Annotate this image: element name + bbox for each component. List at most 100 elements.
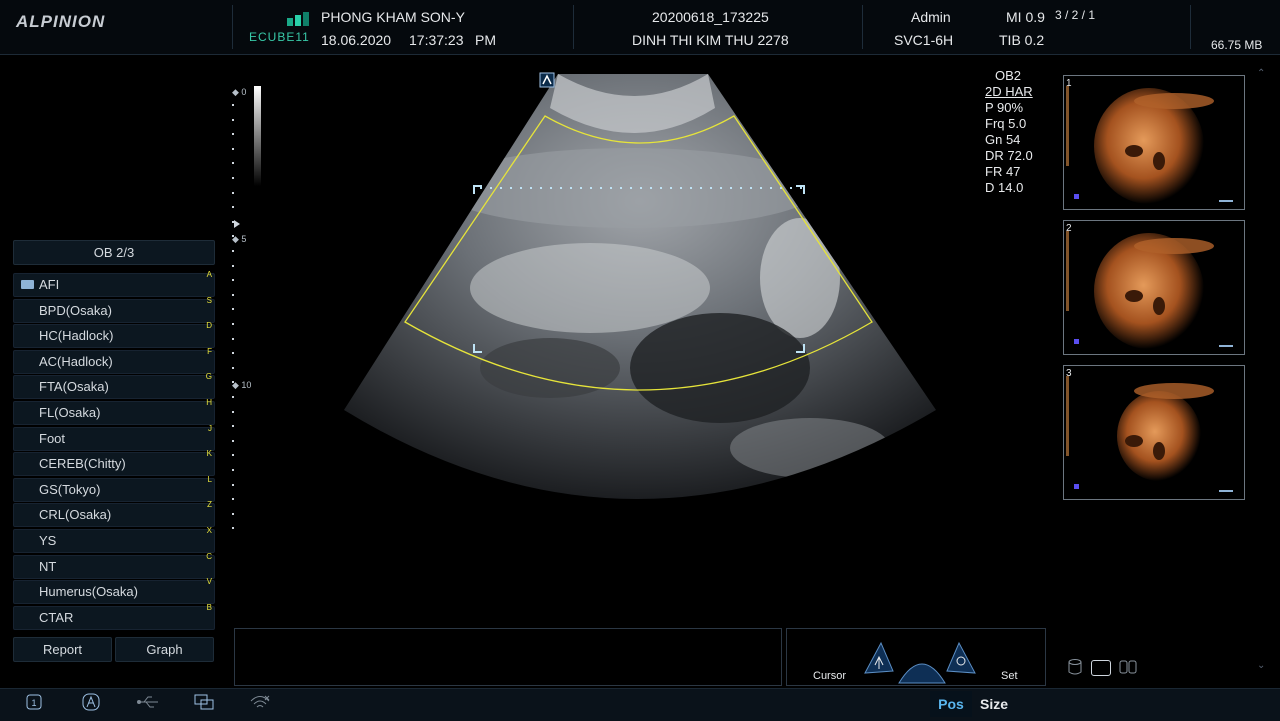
depth-tick [232, 469, 234, 471]
ecube-cubes-icon [287, 12, 309, 26]
storage-free: 66.75 MB [1211, 38, 1263, 52]
graph-button[interactable]: Graph [115, 637, 214, 662]
thumbnail-number: 3 [1066, 368, 1072, 379]
depth-label-0: 0 [241, 87, 247, 97]
measurement-item[interactable]: BPD(Osaka) S [13, 295, 215, 323]
measurement-shortcut-key: J [208, 423, 212, 433]
render-thumbnail[interactable]: 3 [1063, 365, 1245, 500]
depth-tick [232, 439, 234, 442]
frequency-value: Frq 5.0 [985, 116, 1027, 131]
set-target-icon[interactable] [946, 641, 976, 674]
measurement-item[interactable]: HC(Hadlock) D [13, 321, 215, 349]
header-divider [1190, 5, 1191, 49]
depth-tick [232, 512, 234, 515]
render-thumbnail[interactable]: 1 [1063, 75, 1245, 210]
depth-label-10: 10 [241, 380, 252, 390]
header-bar: ALPINION ECUBE11 PHONG KHAM SON-Y 18.06.… [0, 0, 1280, 55]
depth-tick [232, 133, 234, 136]
tib-value: TIB 0.2 [999, 32, 1045, 48]
measurement-item[interactable]: AFI A [13, 270, 215, 297]
header-divider [573, 5, 574, 49]
depth-value: D 14.0 [985, 180, 1024, 195]
user-name: Admin [911, 9, 951, 25]
measurement-item[interactable]: CRL(Osaka) Z [13, 500, 215, 528]
split-icon[interactable] [1119, 660, 1137, 674]
depth-tick [232, 206, 234, 209]
depth-tick [232, 498, 234, 501]
depth-tick [232, 293, 234, 296]
depth-marker-5: ◆ 5 [232, 234, 247, 244]
database-icon[interactable] [1068, 659, 1082, 675]
ultrasound-image[interactable] [330, 68, 950, 508]
exam-ampm: PM [475, 32, 496, 48]
probe-name: SVC1-6H [894, 32, 954, 48]
preset-name: OB2 [995, 68, 1022, 83]
depth-tick [232, 337, 234, 340]
usb-icon[interactable] [136, 693, 162, 713]
trackball-graphic [864, 641, 976, 684]
measurement-shortcut-key: K [206, 449, 212, 459]
pos-button[interactable]: Pos [930, 691, 972, 717]
measurement-item[interactable]: FL(Osaka) H [13, 398, 215, 425]
exam-date: 18.06.2020 [321, 32, 392, 48]
measurement-package-title[interactable]: OB 2/3 [13, 240, 215, 265]
depth-tick [232, 366, 234, 369]
measurement-label: FTA(Osaka) [39, 379, 109, 395]
depth-tick [232, 410, 234, 413]
measurement-item[interactable]: CEREB(Chitty) K [13, 449, 215, 477]
gain-value: Gn 54 [985, 132, 1021, 147]
depth-tick [232, 483, 234, 486]
measurement-item[interactable]: CTAR B [13, 602, 215, 630]
power-value: P 90% [985, 100, 1024, 115]
depth-tick [232, 527, 234, 530]
measurement-shortcut-key: C [206, 551, 212, 561]
wifi-icon[interactable] [249, 693, 271, 713]
annotation-area[interactable] [234, 628, 782, 686]
measurement-item[interactable]: Humerus(Osaka) V [13, 577, 215, 605]
measurement-shortcut-key: B [206, 602, 212, 612]
depth-tick [232, 279, 234, 282]
header-divider [862, 5, 863, 49]
grayscale-bar [254, 86, 261, 186]
patient-name: DINH THI KIM THU 2278 [632, 32, 789, 48]
depth-tick [232, 177, 234, 179]
measurement-item[interactable]: Foot J [13, 423, 215, 451]
measurement-label: Foot [39, 430, 66, 446]
measurement-label: AC(Hadlock) [39, 353, 113, 369]
depth-tick [232, 396, 234, 398]
size-button[interactable]: Size [976, 691, 1012, 717]
measurement-shortcut-key: V [206, 577, 212, 587]
depth-tick [232, 454, 234, 457]
depth-tick [232, 308, 234, 311]
thumbnail-number: 1 [1066, 78, 1072, 89]
measurement-shortcut-key: S [206, 295, 212, 305]
render-3d-image [1064, 366, 1244, 499]
measurement-item[interactable]: AC(Hadlock) F [13, 347, 215, 374]
probe-1-icon[interactable]: 1 [23, 693, 45, 713]
measurement-shortcut-key: D [206, 321, 212, 331]
scroll-down-icon[interactable]: ⌄ [1257, 660, 1265, 671]
scroll-up-icon[interactable]: ⌃ [1257, 68, 1265, 79]
imaging-mode[interactable]: 2D HAR [985, 84, 1033, 100]
study-id: 20200618_173225 [652, 9, 769, 25]
trackball-center-icon[interactable] [898, 663, 946, 684]
annotation-a-icon[interactable] [80, 693, 102, 713]
exam-time: 17:37:23 [409, 32, 464, 48]
measurement-item[interactable]: FTA(Osaka) G [13, 372, 215, 400]
imaging-parameters: OB2 2D HAR P 90% Frq 5.0 Gn 54 DR 72.0 F… [985, 68, 1033, 196]
status-bar [0, 688, 1280, 721]
depth-tick [232, 250, 234, 252]
render-thumbnail[interactable]: 2 [1063, 220, 1245, 355]
focus-marker-icon[interactable] [234, 220, 240, 228]
depth-tick [232, 147, 234, 150]
report-button[interactable]: Report [13, 637, 112, 662]
monitor-icon[interactable] [1091, 660, 1111, 676]
measurement-label: FL(Osaka) [39, 405, 101, 420]
measurement-label: Humerus(Osaka) [39, 584, 138, 600]
ecube-logo: ECUBE11 [247, 10, 313, 46]
measurement-item[interactable]: NT C [13, 551, 215, 579]
alpinion-logo: ALPINION [16, 12, 106, 31]
measurement-item[interactable]: GS(Tokyo) L [13, 475, 215, 502]
measurement-item[interactable]: YS X [13, 526, 215, 553]
network-icon[interactable] [193, 693, 215, 713]
